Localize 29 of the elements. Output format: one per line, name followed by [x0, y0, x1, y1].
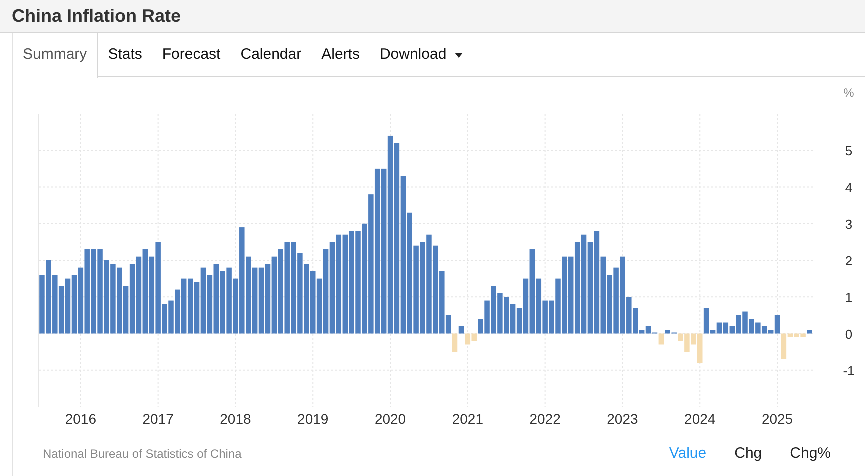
- x-tick-label: 2025: [762, 411, 794, 427]
- x-tick-label: 2017: [142, 411, 174, 427]
- y-tick-label: -1: [843, 363, 855, 378]
- view-toggle[interactable]: Chg%: [780, 440, 841, 468]
- page-title: China Inflation Rate: [12, 4, 182, 28]
- tab[interactable]: Calendar: [230, 33, 312, 77]
- y-tick-label: 1: [845, 290, 853, 306]
- tab[interactable]: Forecast: [152, 33, 231, 77]
- y-tick-label: 4: [845, 180, 853, 196]
- x-tick-label: 2018: [220, 411, 252, 427]
- y-tick-label: 3: [845, 216, 853, 232]
- unit-label: %: [844, 86, 854, 100]
- tab[interactable]: Stats: [98, 33, 152, 77]
- view-toggle[interactable]: Chg: [724, 440, 772, 468]
- tab[interactable]: Summary: [13, 33, 98, 78]
- x-tick-label: 2016: [65, 411, 96, 427]
- x-tick-label: 2024: [684, 411, 716, 427]
- dropdown-tab[interactable]: Download: [370, 33, 473, 77]
- x-tick-label: 2021: [452, 411, 484, 427]
- tab[interactable]: Alerts: [312, 33, 370, 77]
- x-tick-label: 2019: [298, 411, 329, 427]
- x-tick-label: 2020: [374, 411, 406, 427]
- x-tick-label: 2022: [530, 411, 561, 427]
- caret-icon: [454, 52, 463, 58]
- y-tick-label: 5: [845, 144, 853, 159]
- x-tick-label: 2023: [607, 411, 638, 427]
- y-tick-label: 2: [845, 254, 853, 268]
- source-text: National Bureau of Statistics of China: [43, 446, 243, 463]
- y-tick-label: 0: [845, 326, 853, 342]
